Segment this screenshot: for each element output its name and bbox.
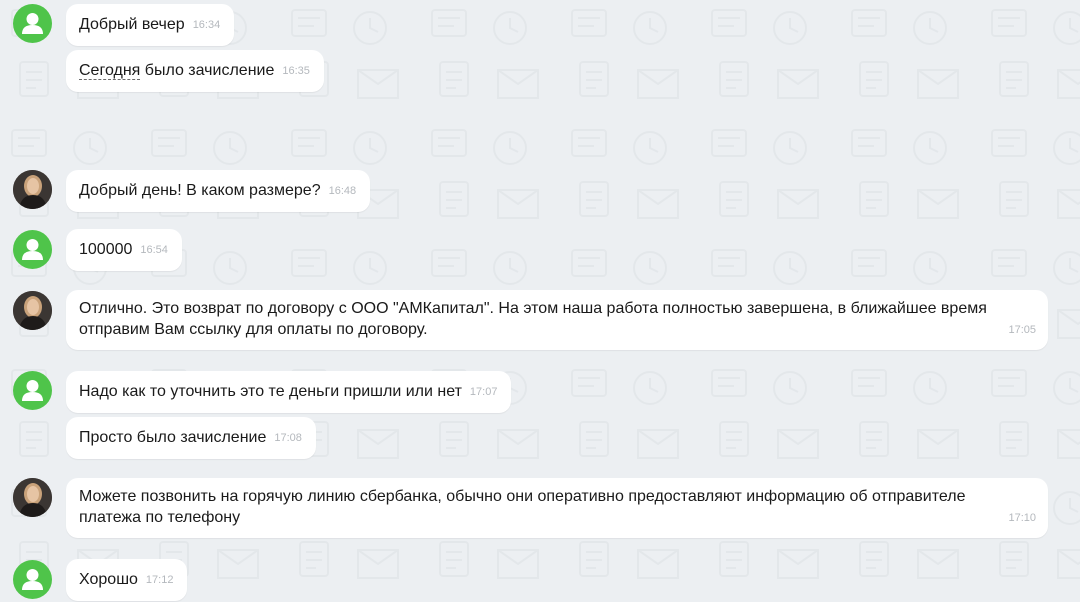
operator-avatar [13,291,52,330]
message-text: было зачисление [140,62,275,79]
client-avatar [13,560,52,599]
message-text: Надо как то уточнить это те деньги пришл… [79,383,462,400]
client-avatar [13,4,52,43]
message-bubble: 100000 16:54 [66,229,182,271]
message-time: 17:08 [274,432,302,444]
message-text: Хорошо [79,571,138,588]
message-text: Просто было зачисление [79,429,267,446]
user-silhouette-icon [22,13,43,34]
message-bubble: Можете позвонить на горячую линию сберба… [66,478,1048,538]
message-time: 16:54 [140,244,168,256]
message-time: 17:05 [1008,324,1036,336]
client-avatar [13,230,52,269]
operator-avatar [13,478,52,517]
message-bubble: Просто было зачисление 17:08 [66,417,316,459]
message-bubble: Хорошо 17:12 [66,559,188,601]
message-time: 17:10 [1008,512,1036,524]
message-time: 16:34 [192,19,221,31]
operator-photo-avatar [13,291,52,330]
message-text: 100000 [79,241,133,258]
message-text: Можете позвонить на горячую линию сберба… [79,488,966,526]
message-time: 16:35 [282,65,310,77]
message-text: Добрый день! В каком размере? [79,182,321,199]
message-bubble: Надо как то уточнить это те деньги пришл… [66,371,512,413]
user-silhouette-icon [22,380,43,401]
user-silhouette-icon [22,569,43,590]
message-bubble: Сегодня было зачисление 16:35 [66,50,324,92]
message-bubble: Отлично. Это возврат по договору с ООО "… [66,290,1048,350]
message-text: Добрый вечер [79,16,185,33]
message-bubble: Добрый день! В каком размере? 16:48 [66,170,371,212]
operator-photo-avatar [13,170,52,209]
operator-photo-avatar [13,478,52,517]
message-bubble: Добрый вечер 16:34 [66,4,235,46]
message-time: 16:48 [328,185,357,197]
message-time: 17:12 [145,574,174,586]
client-avatar [13,371,52,410]
message-underlined-word: Сегодня [79,62,141,80]
operator-avatar [13,170,52,209]
message-time: 17:07 [469,386,498,398]
message-text: Отлично. Это возврат по договору с ООО "… [79,300,987,338]
user-silhouette-icon [22,239,43,260]
